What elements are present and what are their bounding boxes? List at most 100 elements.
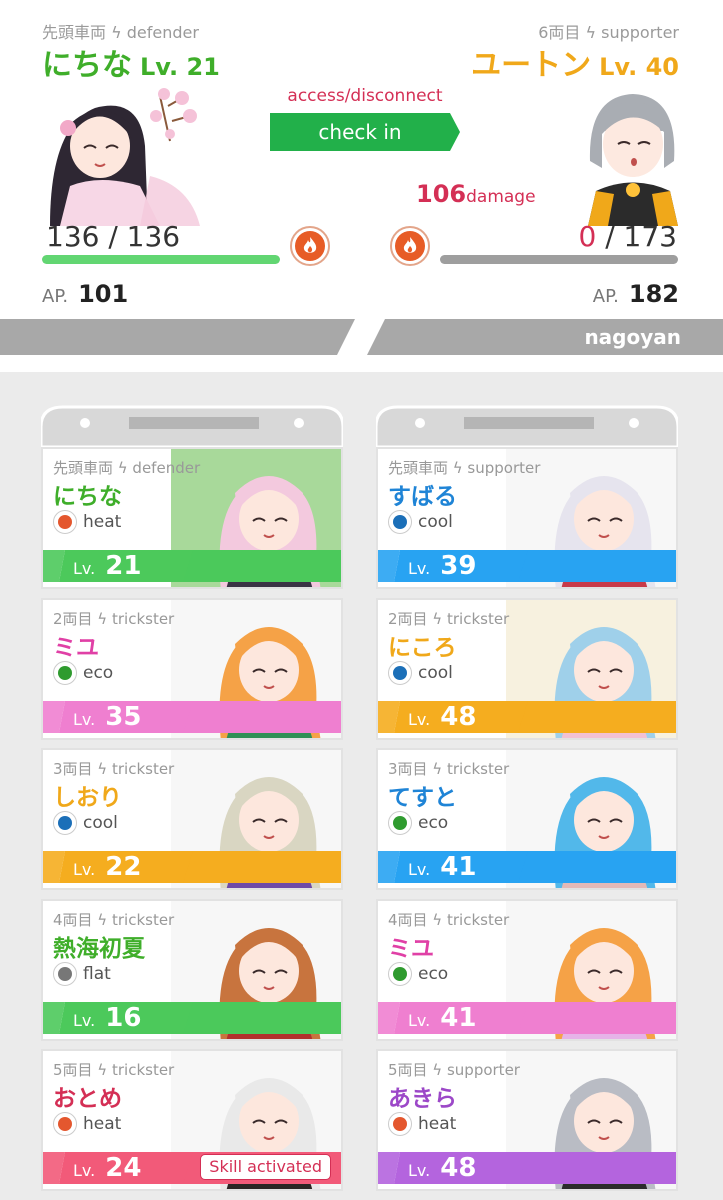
opponent-ap-value: 182	[628, 280, 679, 308]
element-badge: eco	[53, 660, 114, 685]
level-label: Lv.	[73, 559, 96, 578]
player-hp-bar	[42, 255, 280, 264]
car-role: 先頭車両 ϟ supporter	[388, 459, 541, 477]
level-value: 39	[440, 551, 477, 581]
opponent-ap-label: AP.	[592, 286, 619, 307]
character-name: ミユ	[53, 634, 99, 661]
element-badge: heat	[53, 1112, 121, 1136]
level-label: Lv.	[408, 1161, 431, 1180]
car-card[interactable]: 4両目 ϟ trickster ミユ eco Lv. 41	[376, 898, 678, 1041]
level-label: Lv.	[73, 1161, 96, 1180]
element-icon	[388, 660, 412, 685]
level-value: 41	[440, 1002, 477, 1033]
opponent-hp-current: 0	[578, 220, 597, 253]
battle-panel: 先頭車両 ϟ defender にちな Lv. 21 6両目 ϟ supporte…	[0, 0, 723, 372]
car-card[interactable]: 先頭車両 ϟ supporter すばる cool Lv. 39	[376, 447, 678, 589]
flame-icon	[295, 231, 325, 261]
car-role: 4両目 ϟ trickster	[53, 910, 175, 929]
player-element-button[interactable]	[290, 226, 330, 266]
element-icon	[388, 510, 412, 534]
element-badge: eco	[388, 811, 448, 835]
element-badge: cool	[388, 510, 453, 534]
level-label: Lv.	[408, 860, 431, 879]
level-label: Lv.	[73, 1010, 96, 1030]
level-value: 24	[105, 1153, 142, 1183]
skill-activated-badge: Skill activated	[200, 1154, 331, 1180]
element-badge: heat	[53, 510, 121, 534]
damage-indicator: 106damage	[416, 180, 536, 208]
car-card[interactable]: 2両目 ϟ trickster にころ cool Lv. 48	[376, 597, 678, 740]
element-icon	[388, 1112, 412, 1136]
access-disconnect-link[interactable]: access/disconnect	[270, 86, 460, 106]
element-label: heat	[83, 1114, 122, 1134]
car-role: 2両目 ϟ trickster	[388, 609, 510, 628]
opponent-hp: 0 / 173	[578, 220, 677, 253]
car-role: 5両目 ϟ trickster	[53, 1061, 175, 1079]
element-label: eco	[418, 963, 449, 984]
player-name-row: にちな Lv. 21	[42, 40, 220, 84]
level-label: Lv.	[73, 860, 96, 879]
opponent-hp-max: / 173	[596, 220, 677, 253]
opponent-name: ユートン	[471, 48, 592, 83]
level-text: Lv. 48	[408, 1152, 476, 1184]
element-label: cool	[418, 662, 453, 683]
car-role: 3両目 ϟ trickster	[53, 760, 175, 778]
level-text: Lv. 16	[73, 1002, 141, 1034]
opponent-name-row: ユートン Lv. 40	[471, 40, 679, 84]
character-name: すばる	[388, 484, 457, 510]
level-text: Lv. 41	[408, 851, 476, 883]
element-label: eco	[83, 662, 114, 683]
element-label: flat	[83, 963, 111, 984]
player-ap-value: 101	[78, 280, 129, 308]
level-text: Lv. 48	[408, 701, 476, 733]
car-card[interactable]: 5両目 ϟ supporter あきら heat Lv. 48	[376, 1049, 678, 1191]
character-name: ミユ	[388, 935, 434, 962]
car-card[interactable]: 4両目 ϟ trickster 熱海初夏 flat Lv. 16	[41, 898, 343, 1041]
level-label: Lv.	[73, 709, 96, 729]
element-icon	[388, 961, 412, 986]
damage-value: 106	[416, 180, 467, 208]
level-text: Lv. 24	[73, 1152, 141, 1184]
player-hp: 136 / 136	[46, 220, 181, 253]
element-label: heat	[83, 512, 122, 532]
element-badge: cool	[388, 660, 453, 685]
opponent-portrait	[588, 94, 678, 226]
opponent-level: Lv. 40	[599, 53, 679, 81]
element-label: cool	[83, 813, 118, 833]
station-user-name[interactable]: nagoyan	[584, 325, 681, 349]
element-badge: flat	[53, 961, 111, 986]
car-role: 4両目 ϟ trickster	[388, 910, 510, 929]
car-card[interactable]: 2両目 ϟ trickster ミユ eco Lv. 35	[41, 597, 343, 740]
check-in-label: check in	[318, 120, 402, 144]
car-card[interactable]: 5両目 ϟ trickster おとめ heat Lv. 24 Skill activat…	[41, 1049, 343, 1191]
level-value: 22	[105, 852, 142, 882]
element-icon	[388, 811, 412, 835]
car-card[interactable]: 3両目 ϟ trickster てすと eco Lv. 41	[376, 748, 678, 890]
level-value: 21	[105, 551, 142, 581]
element-badge: eco	[388, 961, 449, 986]
character-name: てすと	[388, 785, 457, 811]
check-in-button[interactable]: check in	[270, 113, 460, 151]
opponent-element-button[interactable]	[390, 226, 430, 266]
element-badge: cool	[53, 811, 118, 835]
element-icon	[53, 1112, 77, 1136]
character-name: 熱海初夏	[53, 935, 145, 962]
game-screen: 先頭車両 ϟ defender にちな Lv. 21 6両目 ϟ supporte…	[0, 0, 723, 1200]
level-value: 48	[440, 1153, 477, 1183]
player-name: にちな	[42, 48, 132, 83]
car-role: 2両目 ϟ trickster	[53, 609, 175, 628]
phone-frame-top	[376, 405, 678, 447]
level-value: 41	[440, 852, 477, 882]
level-text: Lv. 21	[73, 550, 141, 582]
car-role: 3両目 ϟ trickster	[388, 760, 510, 778]
player-level: Lv. 21	[140, 53, 220, 81]
damage-unit: damage	[466, 187, 536, 207]
level-label: Lv.	[408, 1010, 431, 1030]
car-card[interactable]: 先頭車両 ϟ defender にちな heat Lv. 21	[41, 447, 343, 589]
level-label: Lv.	[408, 709, 431, 729]
flame-icon	[395, 231, 425, 261]
character-name: にちな	[53, 484, 122, 510]
car-role: 先頭車両 ϟ defender	[53, 459, 201, 477]
car-card[interactable]: 3両目 ϟ trickster しおり cool Lv. 22	[41, 748, 343, 890]
opponent-hp-bar	[440, 255, 678, 264]
